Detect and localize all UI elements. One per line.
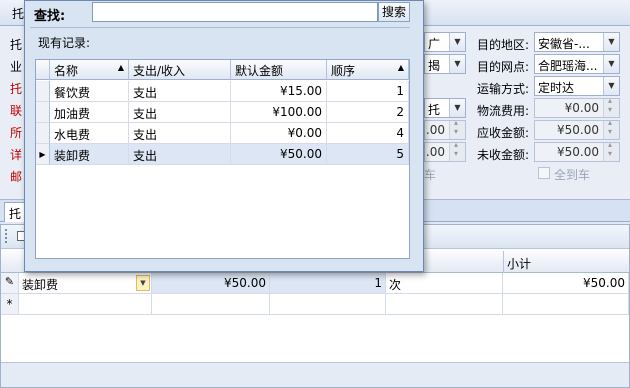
new-row-icon: *: [1, 294, 19, 315]
destination-outlet-label: 目的网点:: [477, 60, 530, 74]
current-row-arrow-icon[interactable]: ▶: [36, 144, 50, 165]
partial-number[interactable]: .00: [424, 118, 466, 140]
spinner-icon[interactable]: [603, 96, 619, 117]
outstanding-label: 未收金额:: [477, 148, 530, 162]
required-label: 详: [10, 148, 23, 162]
unit-cell[interactable]: 次: [386, 273, 503, 294]
chevron-down-icon[interactable]: ▼: [449, 99, 465, 117]
chevron-down-icon[interactable]: ▼: [449, 55, 465, 73]
record-amount-cell[interactable]: ¥0.00: [231, 123, 327, 144]
spinner-icon[interactable]: [449, 118, 465, 139]
logistics-fee-label: 物流费用:: [477, 104, 530, 118]
search-button[interactable]: 搜索: [378, 2, 410, 22]
record-order-cell[interactable]: 4: [327, 123, 409, 144]
row-header-corner: [36, 60, 50, 80]
column-header-type[interactable]: 支出/收入: [129, 60, 231, 80]
logistics-fee-field[interactable]: ¥0.00: [534, 96, 620, 118]
partial-label: 车: [424, 168, 437, 182]
required-label: 托: [10, 82, 23, 96]
subtotal-cell[interactable]: ¥50.00: [503, 273, 629, 294]
full-car-label: 全到车: [554, 168, 591, 182]
find-label: 查找:: [34, 9, 66, 24]
record-name-cell[interactable]: 餐饮费: [50, 81, 129, 102]
column-header-order[interactable]: 顺序 ▲: [327, 60, 409, 80]
record-amount-cell[interactable]: ¥50.00: [231, 144, 327, 165]
fee-name-cell[interactable]: 装卸费 ▼: [19, 273, 152, 294]
receivable-field[interactable]: ¥50.00: [534, 118, 620, 140]
destination-region-label: 目的地区:: [477, 38, 530, 52]
required-label: 所: [10, 126, 23, 140]
divider: [30, 27, 410, 28]
record-type-cell[interactable]: 支出: [129, 123, 231, 144]
grid-footer: [1, 362, 629, 387]
partial-combo[interactable]: 揭 ▼: [424, 54, 466, 74]
chevron-down-icon[interactable]: ▼: [603, 77, 619, 95]
record-order-cell[interactable]: 1: [327, 81, 409, 102]
row-indicator[interactable]: [36, 81, 50, 102]
record-name-cell[interactable]: 加油费: [50, 102, 129, 123]
search-input[interactable]: [92, 2, 378, 22]
table-row[interactable]: ✎ 装卸费 ▼ ¥50.00 1 次 ¥50.00: [1, 273, 629, 294]
record-order-cell[interactable]: 5: [327, 144, 409, 165]
required-label: 邮: [10, 170, 23, 184]
form-label: 业: [10, 60, 23, 74]
chevron-down-icon[interactable]: ▼: [449, 33, 465, 51]
chevron-down-icon[interactable]: ▼: [603, 55, 619, 73]
tab-first[interactable]: 托: [4, 202, 26, 222]
partial-combo[interactable]: 广 ▼: [424, 32, 466, 52]
record-amount-cell[interactable]: ¥15.00: [231, 81, 327, 102]
new-row[interactable]: *: [1, 294, 629, 315]
transport-mode-select[interactable]: 定时达 ▼: [534, 76, 620, 96]
spinner-icon[interactable]: [603, 140, 619, 161]
partial-combo[interactable]: 托 ▼: [424, 98, 466, 118]
toolbar-grip-icon: [5, 229, 7, 243]
row-indicator[interactable]: [36, 123, 50, 144]
partial-number[interactable]: .00: [424, 140, 466, 162]
record-type-cell[interactable]: 支出: [129, 102, 231, 123]
column-header-amount[interactable]: 默认金额: [231, 60, 327, 80]
form-label: 托: [10, 38, 23, 52]
sort-ascending-icon: ▲: [397, 63, 404, 72]
spinner-icon[interactable]: [603, 118, 619, 139]
outstanding-field[interactable]: ¥50.00: [534, 140, 620, 162]
record-name-cell[interactable]: 装卸费: [50, 144, 129, 165]
chevron-down-icon[interactable]: ▼: [136, 275, 150, 291]
destination-outlet-select[interactable]: 合肥瑶海... ▼: [534, 54, 620, 74]
column-header-name[interactable]: 名称 ▲: [50, 60, 129, 80]
record-order-cell[interactable]: 2: [327, 102, 409, 123]
subtotal-column-header[interactable]: 小计: [507, 255, 531, 272]
records-label: 现有记录:: [38, 36, 91, 50]
row-editing-icon: ✎: [1, 273, 19, 294]
sort-ascending-icon: ▲: [117, 63, 124, 72]
record-name-cell[interactable]: 水电费: [50, 123, 129, 144]
form-header-title: 托: [12, 7, 25, 21]
required-label: 联: [10, 104, 23, 118]
full-car-checkbox[interactable]: [538, 167, 550, 179]
amount-cell[interactable]: ¥50.00: [152, 273, 270, 294]
record-type-cell[interactable]: 支出: [129, 81, 231, 102]
receivable-label: 应收金额:: [477, 126, 530, 140]
chevron-down-icon[interactable]: ▼: [603, 33, 619, 51]
quantity-cell[interactable]: 1: [270, 273, 386, 294]
spinner-icon[interactable]: [449, 140, 465, 161]
record-type-cell[interactable]: 支出: [129, 144, 231, 165]
record-amount-cell[interactable]: ¥100.00: [231, 102, 327, 123]
destination-region-select[interactable]: 安徽省-... ▼: [534, 32, 620, 52]
row-indicator[interactable]: [36, 102, 50, 123]
transport-mode-label: 运输方式:: [477, 82, 530, 96]
